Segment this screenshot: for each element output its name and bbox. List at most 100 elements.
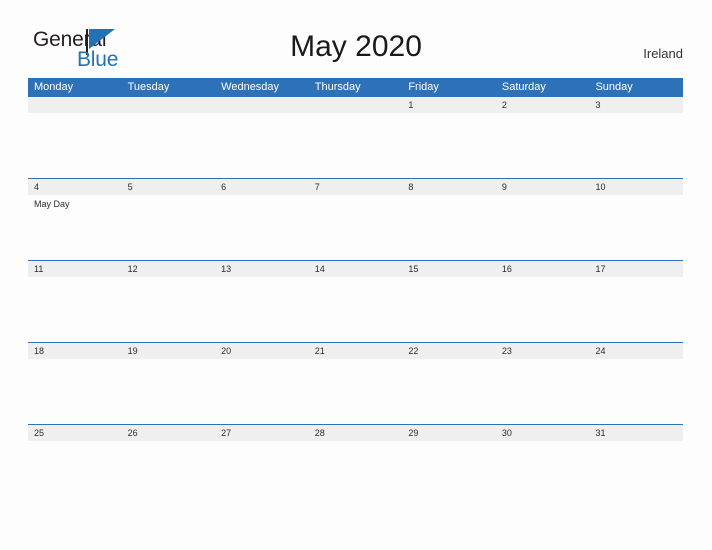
day-cell[interactable]: May Day bbox=[28, 195, 122, 260]
day-cell[interactable] bbox=[122, 113, 216, 178]
day-number[interactable]: 21 bbox=[309, 343, 403, 359]
page-title: May 2020 bbox=[290, 30, 422, 63]
day-cell[interactable] bbox=[589, 113, 683, 178]
date-number-band: 4 5 6 7 8 9 10 bbox=[28, 179, 683, 195]
calendar-grid: Monday Tuesday Wednesday Thursday Friday Satu… bbox=[28, 78, 683, 506]
day-number[interactable]: 24 bbox=[589, 343, 683, 359]
day-number[interactable]: 7 bbox=[309, 179, 403, 195]
day-content-band bbox=[28, 113, 683, 178]
day-cell[interactable] bbox=[122, 195, 216, 260]
weekday-header-saturday: Saturday bbox=[501, 81, 546, 93]
day-number[interactable]: 11 bbox=[28, 261, 122, 277]
day-number[interactable]: 22 bbox=[402, 343, 496, 359]
day-number[interactable] bbox=[309, 97, 403, 113]
day-cell[interactable] bbox=[28, 277, 122, 342]
day-cell[interactable] bbox=[496, 277, 590, 342]
day-number[interactable] bbox=[215, 97, 309, 113]
day-number[interactable]: 16 bbox=[496, 261, 590, 277]
weekday-header-tuesday: Tuesday bbox=[127, 81, 170, 93]
day-number[interactable]: 28 bbox=[309, 425, 403, 441]
day-cell[interactable] bbox=[215, 359, 309, 424]
day-cell[interactable] bbox=[589, 195, 683, 260]
calendar-week-row: 18 19 20 21 22 23 24 bbox=[28, 342, 683, 424]
day-cell[interactable] bbox=[215, 195, 309, 260]
weekday-header-row: Monday Tuesday Wednesday Thursday Friday Satu… bbox=[28, 78, 683, 97]
day-content-band bbox=[28, 277, 683, 342]
day-number[interactable]: 31 bbox=[589, 425, 683, 441]
day-cell[interactable] bbox=[215, 277, 309, 342]
day-number[interactable]: 2 bbox=[496, 97, 590, 113]
day-cell[interactable] bbox=[215, 441, 309, 506]
day-cell[interactable] bbox=[496, 113, 590, 178]
day-cell[interactable] bbox=[402, 195, 496, 260]
day-number[interactable]: 10 bbox=[589, 179, 683, 195]
day-number[interactable]: 14 bbox=[309, 261, 403, 277]
calendar-week-row: 123 bbox=[28, 97, 683, 178]
day-number[interactable] bbox=[122, 97, 216, 113]
day-number[interactable]: 3 bbox=[589, 97, 683, 113]
day-cell[interactable] bbox=[402, 359, 496, 424]
calendar-week-row: 11 12 13 14 15 16 17 bbox=[28, 260, 683, 342]
day-number[interactable]: 30 bbox=[496, 425, 590, 441]
day-number[interactable]: 27 bbox=[215, 425, 309, 441]
date-number-band: 25 26 27 28 29 30 31 bbox=[28, 425, 683, 441]
day-number[interactable]: 6 bbox=[215, 179, 309, 195]
day-cell[interactable] bbox=[402, 113, 496, 178]
day-number[interactable]: 9 bbox=[496, 179, 590, 195]
day-cell[interactable] bbox=[122, 359, 216, 424]
day-content-band: May Day bbox=[28, 195, 683, 260]
day-number[interactable]: 5 bbox=[122, 179, 216, 195]
day-cell[interactable] bbox=[309, 195, 403, 260]
weekday-header-sunday: Sunday bbox=[595, 81, 633, 93]
day-cell[interactable] bbox=[28, 441, 122, 506]
day-cell[interactable] bbox=[309, 277, 403, 342]
day-cell[interactable] bbox=[402, 441, 496, 506]
day-cell[interactable] bbox=[309, 441, 403, 506]
day-number[interactable]: 17 bbox=[589, 261, 683, 277]
day-number[interactable]: 1 bbox=[402, 97, 496, 113]
day-content-band bbox=[28, 359, 683, 424]
day-number[interactable]: 23 bbox=[496, 343, 590, 359]
calendar-page: General Blue May 2020 Ireland Monday Tues… bbox=[0, 0, 712, 550]
day-number[interactable]: 25 bbox=[28, 425, 122, 441]
weekday-header-wednesday: Wednesday bbox=[221, 81, 280, 93]
day-number[interactable]: 18 bbox=[28, 343, 122, 359]
date-number-band: 11 12 13 14 15 16 17 bbox=[28, 261, 683, 277]
day-cell[interactable] bbox=[122, 277, 216, 342]
day-cell[interactable] bbox=[309, 359, 403, 424]
day-cell[interactable] bbox=[122, 441, 216, 506]
day-number[interactable]: 12 bbox=[122, 261, 216, 277]
day-cell[interactable] bbox=[496, 195, 590, 260]
day-number[interactable] bbox=[28, 97, 122, 113]
day-content-band bbox=[28, 441, 683, 506]
day-number[interactable]: 26 bbox=[122, 425, 216, 441]
day-number[interactable]: 20 bbox=[215, 343, 309, 359]
holiday-label: May Day bbox=[34, 199, 70, 209]
calendar-week-row: 4 5 6 7 8 9 10 May Day bbox=[28, 178, 683, 260]
day-cell[interactable] bbox=[309, 113, 403, 178]
day-cell[interactable] bbox=[496, 359, 590, 424]
day-cell[interactable] bbox=[589, 277, 683, 342]
day-number[interactable]: 29 bbox=[402, 425, 496, 441]
day-number[interactable]: 8 bbox=[402, 179, 496, 195]
day-number[interactable]: 4 bbox=[28, 179, 122, 195]
weekday-header-friday: Friday bbox=[408, 81, 439, 93]
page-header: General Blue May 2020 Ireland bbox=[0, 0, 712, 78]
day-number[interactable]: 13 bbox=[215, 261, 309, 277]
day-cell[interactable] bbox=[402, 277, 496, 342]
day-number[interactable]: 19 bbox=[122, 343, 216, 359]
day-number[interactable]: 15 bbox=[402, 261, 496, 277]
day-cell[interactable] bbox=[496, 441, 590, 506]
date-number-band: 123 bbox=[28, 97, 683, 113]
day-cell[interactable] bbox=[589, 359, 683, 424]
day-cell[interactable] bbox=[28, 359, 122, 424]
date-number-band: 18 19 20 21 22 23 24 bbox=[28, 343, 683, 359]
country-label: Ireland bbox=[643, 46, 683, 61]
weekday-header-thursday: Thursday bbox=[314, 81, 361, 93]
calendar-weeks: 1 2 3 4 5 6 7 8 9 10 May Day 11 12 13 14 15 16 17 18 19 20 21… bbox=[28, 97, 683, 506]
day-cell[interactable] bbox=[589, 441, 683, 506]
day-cell[interactable] bbox=[215, 113, 309, 178]
weekday-header-monday: Monday bbox=[34, 81, 74, 93]
calendar-week-row: 25 26 27 28 29 30 31 bbox=[28, 424, 683, 506]
day-cell[interactable] bbox=[28, 113, 122, 178]
